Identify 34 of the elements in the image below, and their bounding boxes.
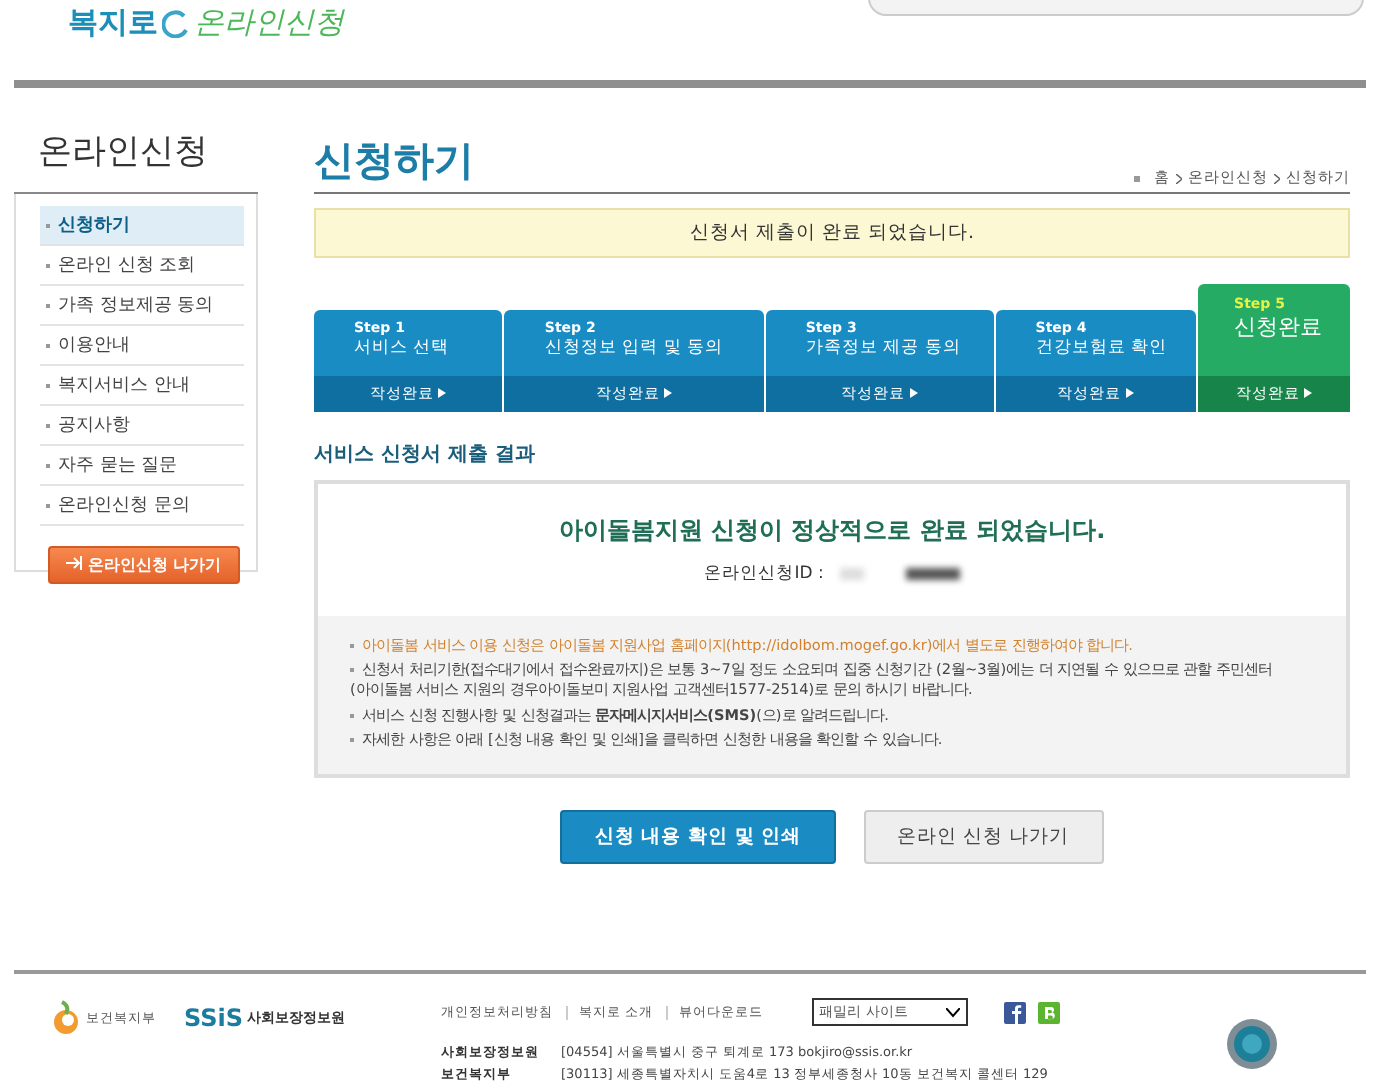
sidebar-item[interactable]: 복지서비스 안내: [40, 366, 244, 406]
facebook-icon[interactable]: [1003, 1001, 1026, 1023]
sidebar-item[interactable]: 이용안내: [40, 326, 244, 366]
id-label: 온라인신청ID :: [704, 562, 824, 586]
triangle-icon: [910, 388, 919, 398]
triangle-icon: [438, 388, 447, 398]
certification-seal-icon: [1226, 1018, 1278, 1070]
triangle-icon: [1304, 388, 1313, 398]
triangle-icon: [664, 388, 673, 398]
agency-logo: SSiS: [184, 1004, 244, 1032]
blurred-id: [839, 568, 960, 580]
sidebar-item[interactable]: 온라인 신청 조회: [40, 246, 244, 286]
sidebar-item[interactable]: 가족 정보제공 동의: [40, 286, 244, 326]
page-title: 신청하기: [314, 134, 474, 188]
sidebar-item[interactable]: 공지사항: [40, 406, 244, 446]
triangle-icon: [1126, 388, 1135, 398]
sidebar-item[interactable]: 자주 묻는 질문: [40, 446, 244, 486]
blog-icon[interactable]: [1037, 1001, 1060, 1023]
exit-button[interactable]: 온라인 신청 나가기: [863, 810, 1104, 865]
sidebar-item[interactable]: 온라인신청 문의: [40, 486, 244, 526]
exit-arrow-icon: [66, 556, 82, 570]
notice-banner: 신청서 제출이 완료 되었습니다.: [314, 208, 1350, 258]
swirl-icon: [162, 9, 190, 37]
print-button[interactable]: 신청 내용 확인 및 인쇄: [560, 810, 836, 865]
sidebar-title: 온라인신청: [14, 128, 258, 194]
success-message: 아이돌봄지원 신청이 정상적으로 완료 되었습니다.: [558, 514, 1106, 548]
dropdown-caret-icon: [945, 1007, 960, 1017]
logo-text: 복지로: [68, 4, 158, 42]
ministry-logo-icon: [50, 1000, 82, 1036]
section-title: 서비스 신청서 제출 결과: [314, 442, 537, 468]
logo-subtitle: 온라인신청: [194, 4, 344, 42]
chevron-icon: [1176, 173, 1182, 183]
sidebar-item[interactable]: 신청하기: [40, 206, 244, 246]
chevron-icon: [1274, 173, 1280, 183]
